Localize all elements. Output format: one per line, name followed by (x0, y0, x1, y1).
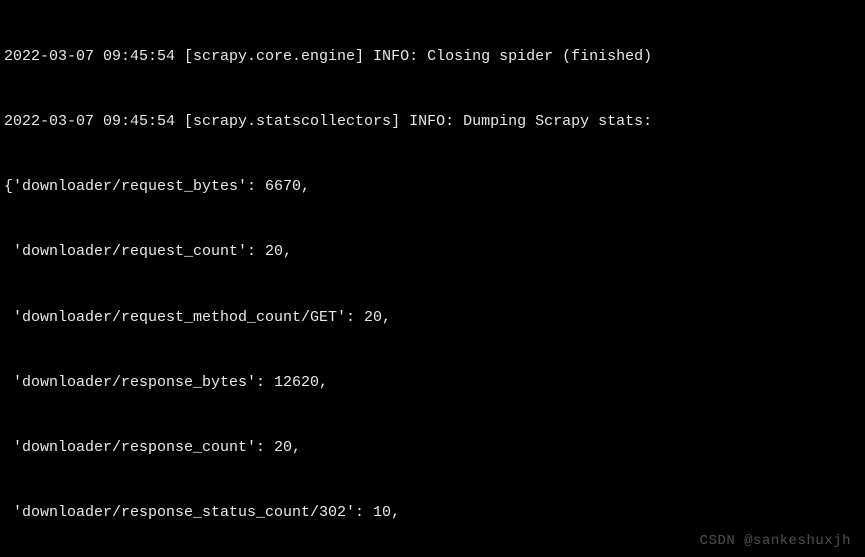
log-line: {'downloader/request_bytes': 6670, (4, 176, 861, 198)
log-line: 'downloader/response_count': 20, (4, 437, 861, 459)
log-line: 'downloader/request_method_count/GET': 2… (4, 307, 861, 329)
log-line: 2022-03-07 09:45:54 [scrapy.statscollect… (4, 111, 861, 133)
log-line: 'downloader/response_bytes': 12620, (4, 372, 861, 394)
terminal-output: 2022-03-07 09:45:54 [scrapy.core.engine]… (0, 0, 865, 557)
log-line: 2022-03-07 09:45:54 [scrapy.core.engine]… (4, 46, 861, 68)
log-line: 'downloader/request_count': 20, (4, 241, 861, 263)
log-line: 'downloader/response_status_count/302': … (4, 502, 861, 524)
